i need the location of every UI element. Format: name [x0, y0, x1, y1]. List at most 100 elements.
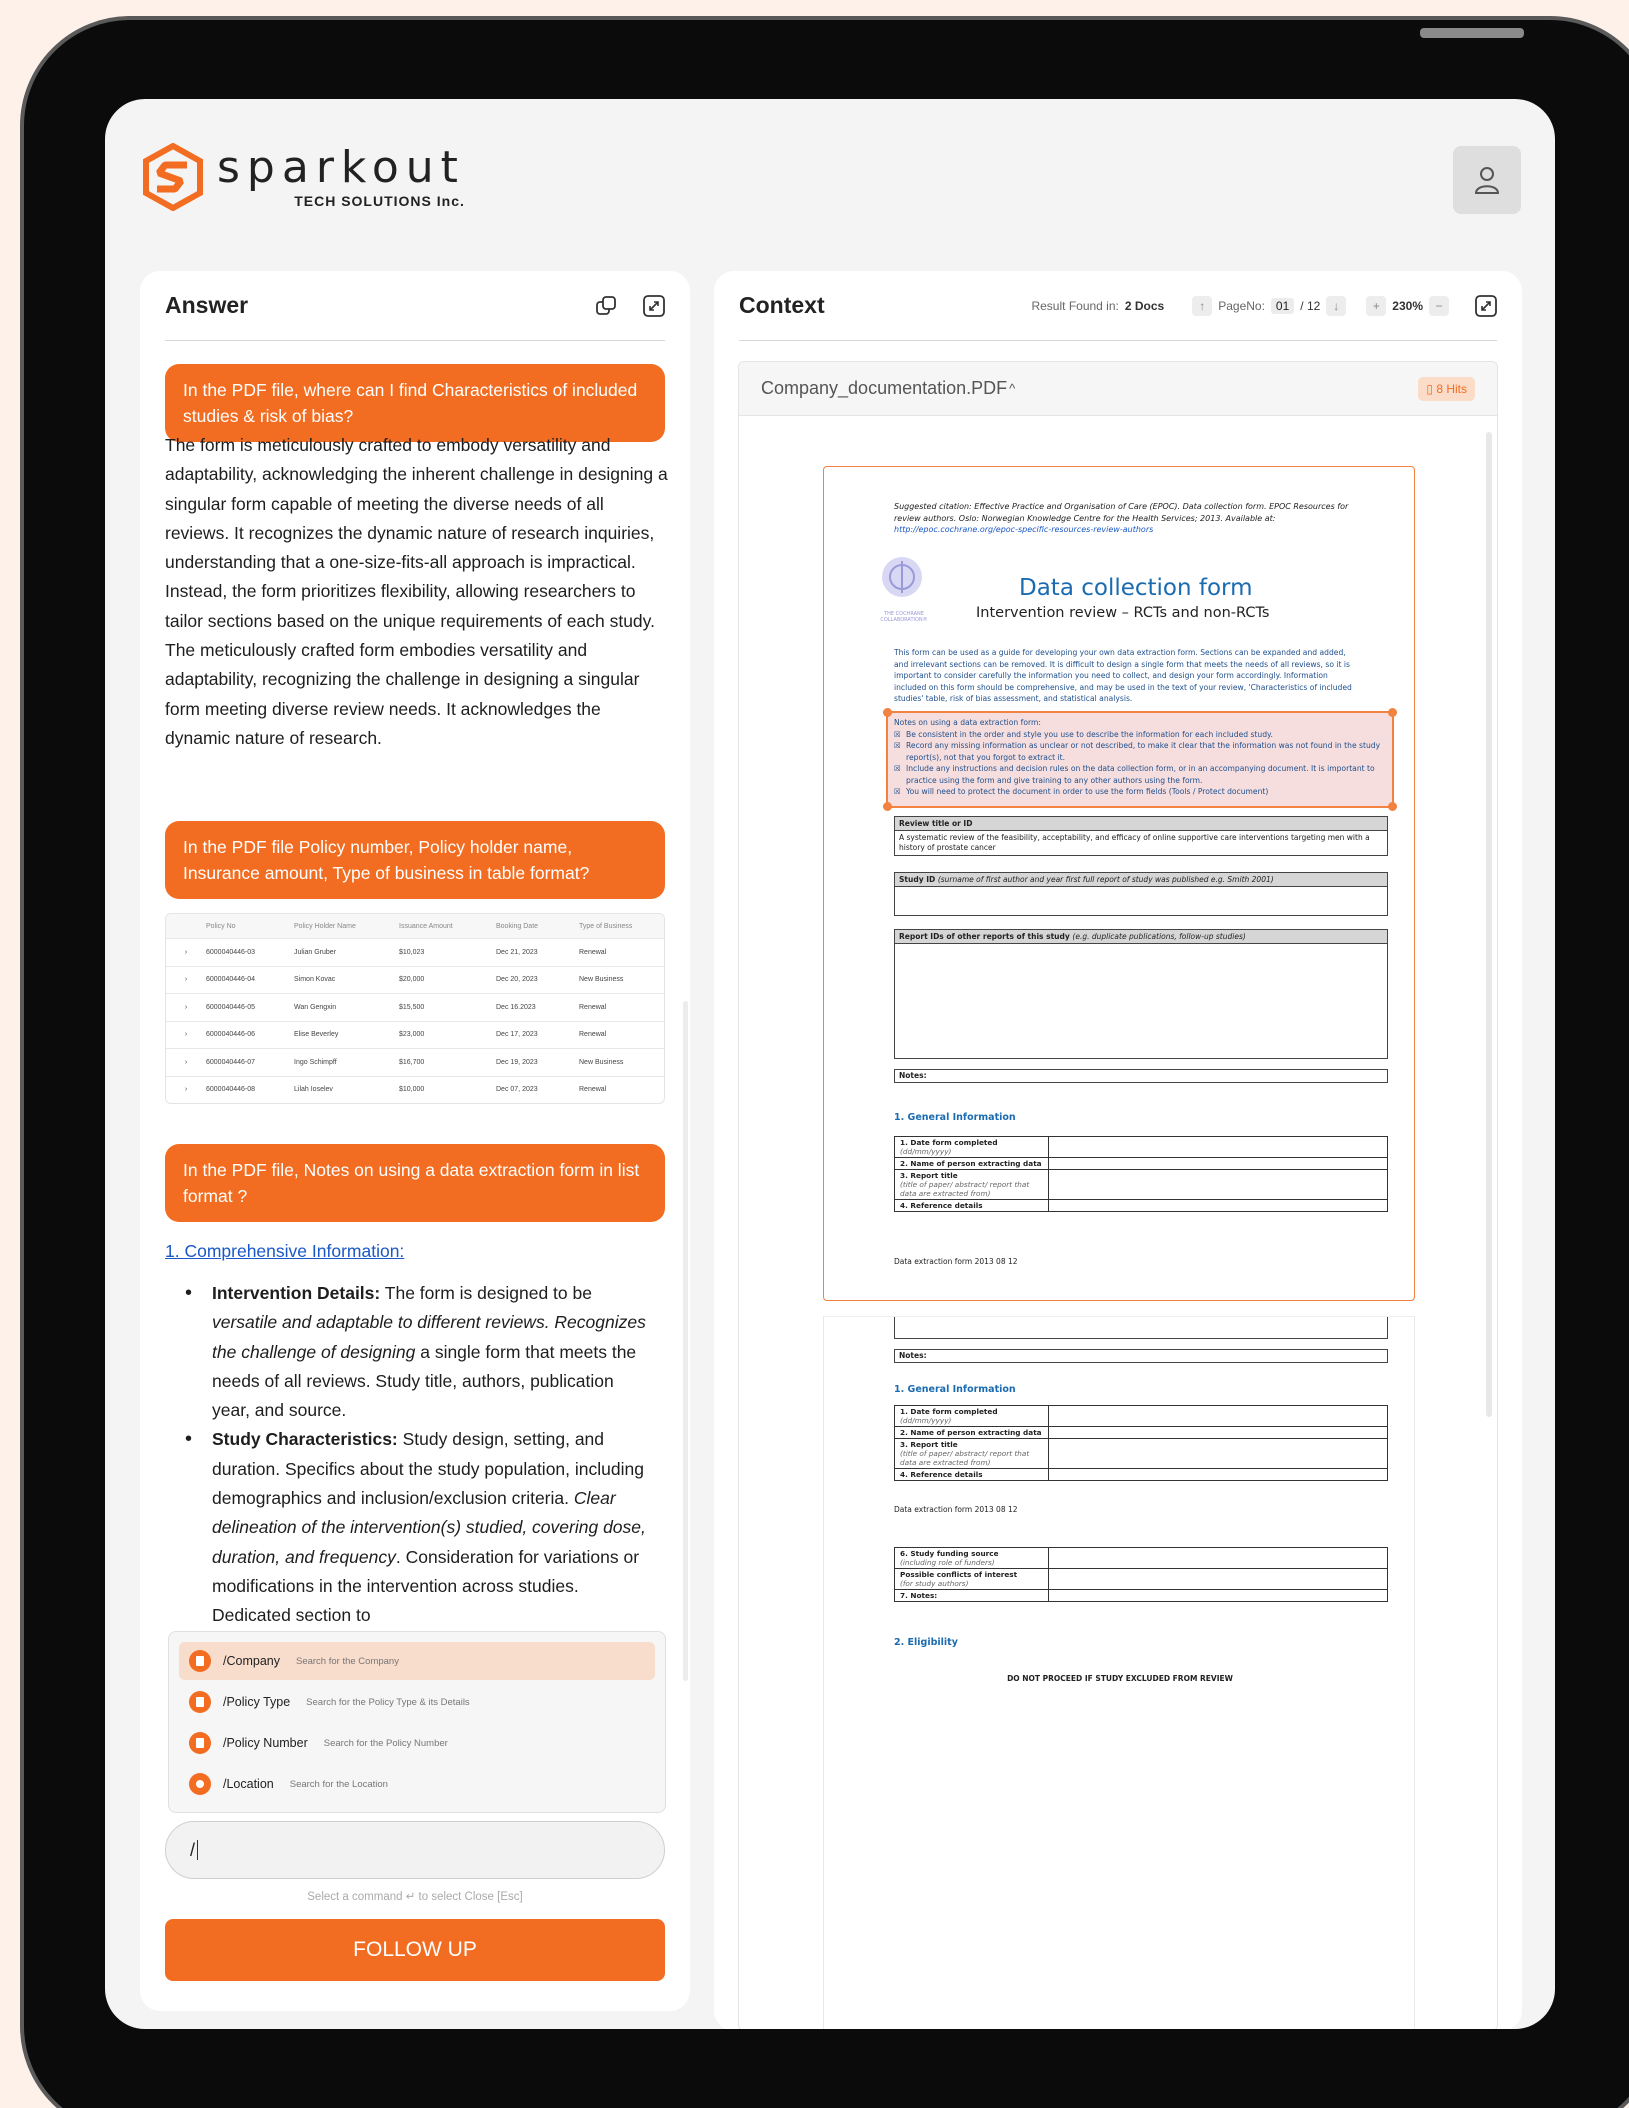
list-item: Study Characteristics: Study design, set…: [185, 1425, 655, 1630]
chevron-right-icon[interactable]: ›: [166, 1059, 206, 1066]
chevron-right-icon[interactable]: ›: [166, 949, 206, 956]
table-cell: Dec 21, 2023: [496, 948, 538, 956]
answer-text-1: The form is meticulously crafted to embo…: [165, 435, 668, 631]
general-info-table: 1. Date form completed (dd/mm/yyyy) 2. Na…: [894, 1136, 1388, 1212]
bullet-label: Intervention Details:: [212, 1283, 381, 1303]
citation-link[interactable]: http://epoc.cochrane.org/epoc-specific-r…: [894, 525, 1153, 534]
table-cell: Dec 16.2023: [496, 1003, 536, 1011]
chevron-right-icon[interactable]: ›: [166, 1031, 206, 1038]
answer-header: Answer: [165, 271, 665, 341]
table-cell: 6000040446-07: [206, 1058, 256, 1066]
command-location[interactable]: /Location Search for the Location: [179, 1765, 655, 1803]
briefcase-icon: [189, 1650, 211, 1672]
command-policy-type[interactable]: /Policy Type Search for the Policy Type …: [179, 1683, 655, 1721]
answer-scrollbar[interactable]: [683, 1001, 688, 1681]
result-count: 2 Docs: [1124, 298, 1165, 313]
table-cell: Dec 07, 2023: [496, 1086, 538, 1094]
sparkout-logo-icon: [143, 143, 203, 211]
brand-name: sparkout: [217, 142, 465, 193]
question-bubble: In the PDF file, Notes on using a data e…: [165, 1144, 665, 1222]
table-cell: $15,500: [399, 1003, 425, 1011]
document-icon: [189, 1732, 211, 1754]
table-cell: $20,000: [399, 976, 425, 984]
table-cell: Dec 19, 2023: [496, 1058, 538, 1066]
user-profile-button[interactable]: [1453, 146, 1521, 214]
continued-box: [894, 1317, 1388, 1339]
command-menu: /Company Search for the Company /Policy …: [168, 1631, 666, 1813]
list-item: ☒ Record any missing information as uncle…: [894, 741, 1381, 762]
general-info-heading: 1. General Information: [894, 1384, 1016, 1395]
funding-table: 6. Study funding source (including role o…: [894, 1547, 1388, 1602]
list-section-link[interactable]: 1. Comprehensive Information:: [165, 1241, 404, 1262]
eligibility-heading: 2. Eligibility: [894, 1637, 958, 1648]
question-bubble: In the PDF file Policy number, Policy ho…: [165, 821, 665, 899]
table-row[interactable]: › 6000040446-08 Lilah Ioselev $10,000 De…: [166, 1075, 664, 1104]
command-hint: Select a command ↵ to select Close [Esc]: [307, 1891, 523, 1903]
answer-paragraph: The form is meticulously crafted to embo…: [165, 431, 670, 753]
notes-box: Notes:: [894, 1069, 1388, 1083]
arrow-down-icon[interactable]: ↓: [1326, 295, 1347, 316]
policy-table: Policy No Policy Holder Name Issuance Am…: [165, 913, 665, 1104]
table-cell: Dec 17, 2023: [496, 1031, 538, 1039]
table-header: Policy No Policy Holder Name Issuance Am…: [166, 914, 664, 938]
answer-panel: Answer In the PDF file, where can I find…: [140, 271, 690, 2011]
intro-text: This form can be used as a guide for dev…: [894, 648, 1352, 703]
list-item: ☒ You will need to protect the document i…: [894, 787, 1269, 796]
table-row[interactable]: › 6000040446-04 Simon Kovac $20,000 Dec …: [166, 965, 664, 994]
table-cell: New Business: [579, 1058, 624, 1066]
table-cell: Renewal: [579, 1031, 607, 1039]
column-header: Type of Business: [579, 922, 633, 930]
zoom-in-icon[interactable]: +: [1366, 295, 1387, 316]
copy-icon[interactable]: [595, 295, 617, 317]
bullet-label: Study Characteristics:: [212, 1429, 398, 1450]
table-cell: 6000040446-08: [206, 1086, 256, 1094]
zoom-out-icon[interactable]: −: [1429, 295, 1449, 316]
column-header: Policy No: [206, 922, 236, 930]
table-cell: Dec 20, 2023: [496, 976, 538, 984]
expand-icon[interactable]: [1475, 294, 1497, 317]
context-title: Context: [739, 292, 825, 318]
command-input[interactable]: /: [165, 1821, 665, 1879]
zoom-level: 230%: [1392, 298, 1423, 313]
chevron-up-icon[interactable]: ^: [1009, 381, 1015, 396]
pdf-page-2: Notes: 1. General Information 1. Date fo…: [823, 1316, 1415, 2029]
study-id-box: Study ID (surname of first author and ye…: [894, 872, 1388, 916]
chevron-right-icon[interactable]: ›: [166, 1004, 206, 1011]
pdf-file-name: Company_documentation.PDF: [761, 378, 1008, 398]
cochrane-logo-icon: [882, 557, 922, 597]
table-cell: 6000040446-03: [206, 948, 256, 956]
chevron-right-icon[interactable]: ›: [166, 976, 206, 983]
table-row[interactable]: › 6000040446-03 Julian Gruber $10,023 De…: [166, 938, 664, 966]
pdf-scrollbar[interactable]: [1486, 432, 1492, 1417]
expand-icon[interactable]: [643, 294, 665, 317]
column-header: Issuance Amount: [399, 922, 453, 930]
page-footer: Data extraction form 2013 08 12: [894, 1505, 1018, 1514]
notes-list: Notes on using a data extraction form: ☒…: [894, 717, 1389, 798]
general-info-table: 1. Date form completed (dd/mm/yyyy) 2. Na…: [894, 1405, 1388, 1481]
answer-text-2: The meticulously crafted form embodies v…: [165, 640, 640, 748]
table-cell: Renewal: [579, 1086, 607, 1094]
command-company[interactable]: /Company Search for the Company: [179, 1642, 655, 1680]
command-policy-number[interactable]: /Policy Number Search for the Policy Num…: [179, 1724, 655, 1762]
follow-up-button[interactable]: FOLLOW UP: [165, 1919, 665, 1981]
table-row[interactable]: › 6000040446-05 Wan Gengxin $15,500 Dec …: [166, 993, 664, 1021]
context-panel: Context Result Found in: 2 Docs ↑ PageNo…: [714, 271, 1522, 2029]
report-ids-box: Report IDs of other reports of this stud…: [894, 929, 1388, 1059]
context-toolbar: Result Found in: 2 Docs ↑ PageNo: 01 / 1…: [1031, 294, 1497, 317]
page-number-input[interactable]: 01: [1270, 297, 1295, 314]
table-cell: Julian Gruber: [294, 948, 337, 956]
table-row[interactable]: › 6000040446-07 Ingo Schimpff $16,700 De…: [166, 1048, 664, 1076]
table-cell: $10,000: [399, 1086, 425, 1094]
table-cell: Wan Gengxin: [294, 1003, 337, 1011]
exclusion-notice: DO NOT PROCEED IF STUDY EXCLUDED FROM RE…: [1007, 1674, 1233, 1683]
seal-caption: THE COCHRANE COLLABORATION®: [880, 611, 928, 623]
arrow-up-icon[interactable]: ↑: [1192, 295, 1213, 316]
table-row[interactable]: › 6000040446-06 Elise Beverley $23,000 D…: [166, 1020, 664, 1049]
pdf-viewer: Company_documentation.PDF ^ ▯ 8 Hits Sug…: [738, 361, 1498, 2029]
table-cell: 6000040446-05: [206, 1003, 256, 1011]
pdf-file-bar[interactable]: Company_documentation.PDF ^ ▯ 8 Hits: [739, 362, 1497, 416]
context-header: Context Result Found in: 2 Docs ↑ PageNo…: [739, 271, 1497, 341]
list-item: ☒ Be consistent in the order and style yo…: [894, 729, 1273, 739]
list-item: Intervention Details: The form is design…: [185, 1279, 655, 1425]
chevron-right-icon[interactable]: ›: [166, 1086, 206, 1093]
